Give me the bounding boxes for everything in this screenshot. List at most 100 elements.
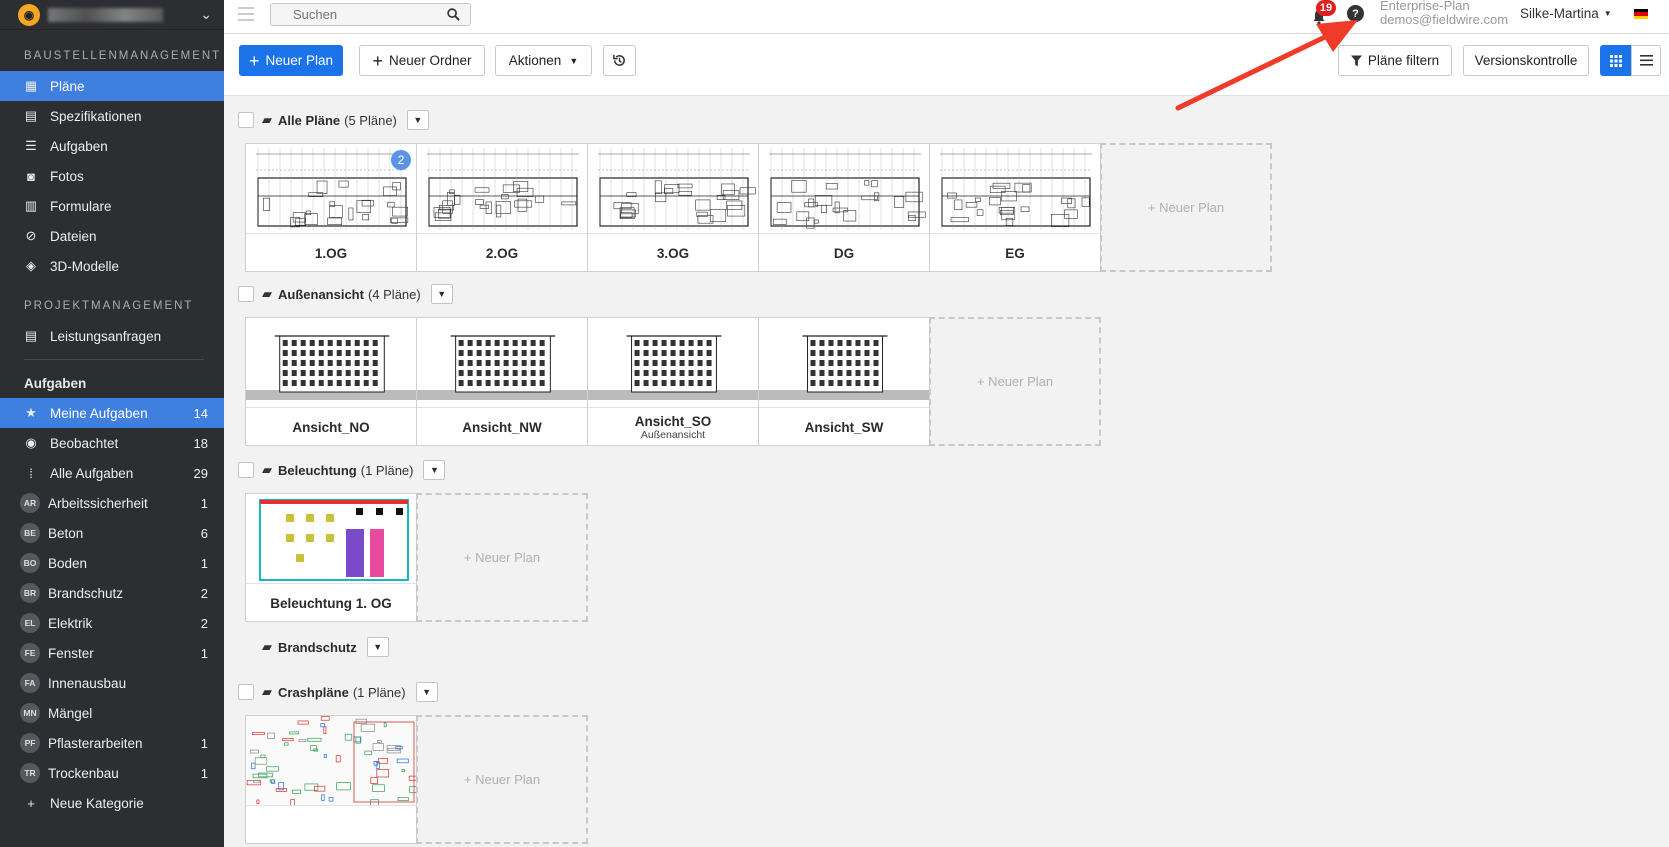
list-view-button[interactable] bbox=[1631, 45, 1661, 76]
new-plan-tile[interactable]: + Neuer Plan bbox=[416, 493, 588, 622]
filter-label: Pläne filtern bbox=[1367, 53, 1440, 68]
folder-checkbox[interactable] bbox=[238, 462, 254, 478]
new-folder-label: Neuer Ordner bbox=[388, 53, 472, 68]
plan-thumbnail bbox=[246, 716, 416, 806]
plan-name: EG bbox=[1005, 245, 1025, 261]
plan-card[interactable]: Ansicht_NW bbox=[416, 317, 588, 446]
folder-checkbox[interactable] bbox=[238, 684, 254, 700]
folder-dropdown-button[interactable]: ▼ bbox=[423, 460, 446, 480]
sidebar-item-leistungsanfragen[interactable]: ▤ Leistungsanfragen bbox=[0, 321, 224, 351]
grid-icon: ⁞ bbox=[29, 465, 33, 481]
category-label: Brandschutz bbox=[48, 585, 124, 601]
new-folder-button[interactable]: + Neuer Ordner bbox=[359, 45, 485, 76]
sidebar-item-fotos[interactable]: ◙ Fotos bbox=[0, 161, 224, 191]
category-innenausbau[interactable]: FA Innenausbau bbox=[0, 668, 224, 698]
sidebar-item-beobachtet[interactable]: ◉ Beobachtet 18 bbox=[0, 428, 224, 458]
caret-down-icon: ▼ bbox=[1603, 9, 1612, 18]
category-arbeitssicherheit[interactable]: AR Arbeitssicherheit 1 bbox=[0, 488, 224, 518]
sidebar-item-count: 29 bbox=[193, 465, 208, 481]
category-pflasterarbeiten[interactable]: PF Pflasterarbeiten 1 bbox=[0, 728, 224, 758]
search-box[interactable] bbox=[270, 3, 471, 26]
category-label: Mängel bbox=[48, 705, 93, 721]
category-count: 2 bbox=[200, 585, 208, 601]
history-button[interactable] bbox=[603, 45, 636, 76]
category-brandschutz[interactable]: BR Brandschutz 2 bbox=[0, 578, 224, 608]
sidebar-divider bbox=[24, 359, 204, 360]
plan-drawing bbox=[759, 335, 929, 400]
folder-checkbox[interactable] bbox=[238, 112, 254, 128]
help-icon[interactable]: ? bbox=[1347, 5, 1364, 22]
sidebar-item-meine-aufgaben[interactable]: ★ Meine Aufgaben 14 bbox=[0, 398, 224, 428]
actions-dropdown[interactable]: Aktionen ▼ bbox=[495, 45, 592, 76]
plan-card[interactable]: Ansicht_SO Außenansicht bbox=[587, 317, 759, 446]
fieldwire-logo: ◉ bbox=[18, 3, 40, 26]
document-icon: ▤ bbox=[24, 328, 38, 343]
folder-count: (5 Pläne) bbox=[344, 112, 397, 128]
notifications-button[interactable]: 19 bbox=[1310, 0, 1336, 25]
tasks-heading: Aufgaben bbox=[24, 375, 87, 391]
category-beton[interactable]: BE Beton 6 bbox=[0, 518, 224, 548]
folder-brandschutz[interactable]: ▰ Brandschutz ▼ bbox=[238, 635, 389, 659]
plan-subtitle: Außenansicht bbox=[640, 428, 706, 441]
plan-card[interactable] bbox=[245, 715, 417, 844]
folder-icon: ▰ bbox=[262, 462, 272, 477]
category-count: 1 bbox=[200, 765, 208, 781]
project-switcher[interactable]: ◉ ⌄ bbox=[0, 0, 224, 30]
folder-beleuchtung[interactable]: ▰ Beleuchtung (1 Pläne) ▼ bbox=[238, 458, 446, 482]
new-category-label: Neue Kategorie bbox=[50, 795, 144, 811]
folder-aussenansicht[interactable]: ▰ Außenansicht (4 Pläne) ▼ bbox=[238, 282, 453, 306]
plan-card[interactable]: 3.OG bbox=[587, 143, 759, 272]
plan-name: Ansicht_SW bbox=[804, 419, 884, 435]
chevron-down-icon[interactable]: ⌄ bbox=[200, 6, 212, 23]
german-flag-icon[interactable] bbox=[1634, 9, 1648, 19]
search-icon[interactable] bbox=[447, 8, 460, 21]
sidebar-item-dateien[interactable]: ⊘ Dateien bbox=[0, 221, 224, 251]
filter-icon bbox=[1350, 55, 1362, 66]
plan-card[interactable]: 2 1.OG bbox=[245, 143, 417, 272]
plan-thumbnail bbox=[246, 494, 416, 584]
new-plan-tile[interactable]: + Neuer Plan bbox=[929, 317, 1101, 446]
category-label: Boden bbox=[48, 555, 88, 571]
sidebar-item-spezifikationen[interactable]: ▤ Spezifikationen bbox=[0, 101, 224, 131]
category-count: 2 bbox=[200, 615, 208, 631]
folder-dropdown-button[interactable]: ▼ bbox=[415, 682, 438, 702]
category-elektrik[interactable]: EL Elektrik 2 bbox=[0, 608, 224, 638]
plan-label: Ansicht_NO bbox=[246, 408, 416, 446]
category-maengel[interactable]: MN Mängel bbox=[0, 698, 224, 728]
sidebar-item-aufgaben[interactable]: ☰ Aufgaben bbox=[0, 131, 224, 161]
sidebar-item-plaene[interactable]: ▦ Pläne bbox=[0, 71, 224, 101]
sidebar-item-formulare[interactable]: ▥ Formulare bbox=[0, 191, 224, 221]
plan-name: Ansicht_NW bbox=[462, 419, 542, 435]
folder-checkbox[interactable] bbox=[238, 286, 254, 302]
plan-card[interactable]: EG bbox=[929, 143, 1101, 272]
sidebar-item-label: Pläne bbox=[50, 78, 85, 94]
folder-dropdown-button[interactable]: ▼ bbox=[406, 110, 429, 130]
plan-card[interactable]: Beleuchtung 1. OG bbox=[245, 493, 417, 622]
version-control-button[interactable]: Versionskontrolle bbox=[1463, 45, 1589, 76]
plan-card[interactable]: DG bbox=[758, 143, 930, 272]
plan-card[interactable]: Ansicht_SW bbox=[758, 317, 930, 446]
sidebar-item-3d-modelle[interactable]: ◈ 3D-Modelle bbox=[0, 251, 224, 281]
folder-crashplaene[interactable]: ▰ Crashpläne (1 Pläne) ▼ bbox=[238, 680, 438, 704]
new-plan-button[interactable]: + Neuer Plan bbox=[239, 45, 343, 76]
folder-dropdown-button[interactable]: ▼ bbox=[430, 284, 453, 304]
plan-count-badge: 2 bbox=[391, 150, 411, 170]
category-trockenbau[interactable]: TR Trockenbau 1 bbox=[0, 758, 224, 788]
sidebar-item-label: Dateien bbox=[50, 228, 97, 244]
plan-label bbox=[246, 806, 416, 844]
hamburger-icon[interactable] bbox=[238, 7, 254, 21]
new-plan-tile[interactable]: + Neuer Plan bbox=[1100, 143, 1272, 272]
folder-dropdown-button[interactable]: ▼ bbox=[366, 637, 389, 657]
new-plan-tile[interactable]: + Neuer Plan bbox=[416, 715, 588, 844]
user-menu[interactable]: Silke-Martina ▼ bbox=[1520, 6, 1612, 21]
filter-plans-button[interactable]: Pläne filtern bbox=[1338, 45, 1452, 76]
folder-alle-plaene[interactable]: ▰ Alle Pläne (5 Pläne) ▼ bbox=[238, 108, 429, 132]
category-boden[interactable]: BO Boden 1 bbox=[0, 548, 224, 578]
sidebar-item-alle-aufgaben[interactable]: ⁞ Alle Aufgaben 29 bbox=[0, 458, 224, 488]
grid-view-button[interactable] bbox=[1600, 45, 1631, 76]
plan-card[interactable]: 2.OG bbox=[416, 143, 588, 272]
plan-card[interactable]: Ansicht_NO bbox=[245, 317, 417, 446]
category-fenster[interactable]: FE Fenster 1 bbox=[0, 638, 224, 668]
new-category-button[interactable]: + Neue Kategorie bbox=[0, 788, 224, 818]
search-input[interactable] bbox=[293, 7, 433, 22]
